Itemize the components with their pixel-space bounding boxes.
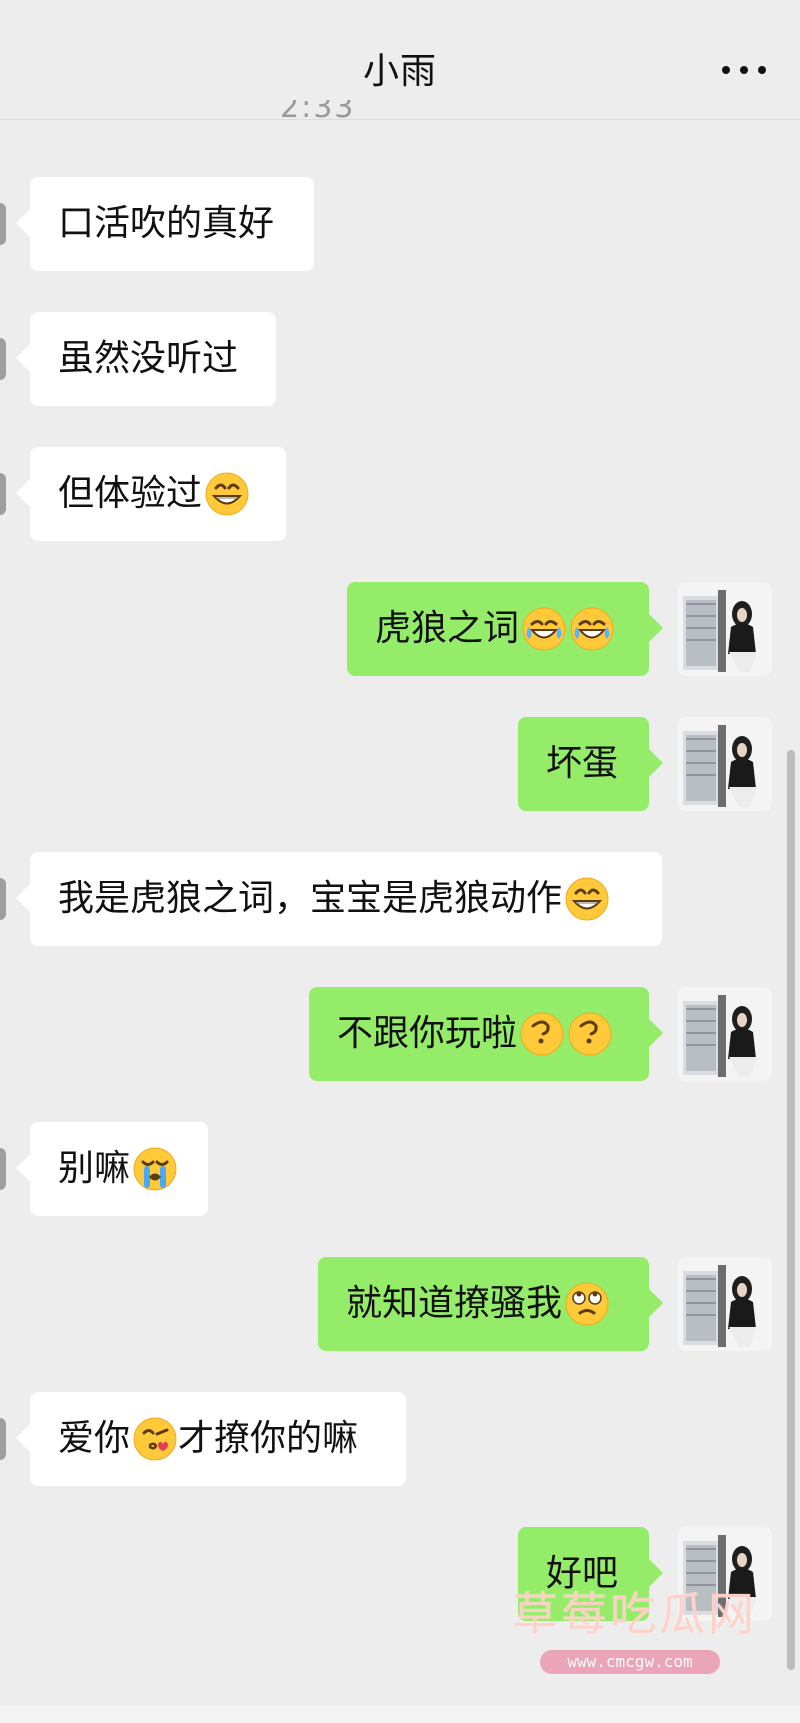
message-text: 我是虎狼之词，宝宝是虎狼动作 xyxy=(58,878,563,919)
avatar[interactable] xyxy=(678,717,772,811)
message-bubble-incoming[interactable]: 但体验过 xyxy=(16,447,286,541)
message-text: 但体验过 xyxy=(58,473,203,514)
avatar[interactable] xyxy=(678,987,772,1081)
avatar[interactable] xyxy=(678,1257,772,1351)
message-row-incoming: 别嘛 xyxy=(0,1122,800,1216)
message-text: 口活吹的真好 xyxy=(58,203,275,244)
chat-message-list: 口活吹的真好 虽然没听过 但体验过 虎狼之词 坏蛋 我是虎狼之词，宝宝是虎狼动作… xyxy=(0,0,800,1723)
user-avatar-image xyxy=(678,1527,772,1621)
message-bubble-outgoing[interactable]: 就知道撩骚我 xyxy=(318,1257,663,1351)
kiss-face-icon xyxy=(133,1417,177,1461)
user-avatar-image xyxy=(678,717,772,811)
user-avatar-image xyxy=(678,987,772,1081)
message-text: 好吧 xyxy=(546,1553,619,1594)
avatar-edge xyxy=(0,1418,6,1460)
user-avatar-image xyxy=(678,1257,772,1351)
message-bubble-incoming[interactable]: 别嘛 xyxy=(16,1122,208,1216)
message-bubble-outgoing[interactable]: 坏蛋 xyxy=(518,717,663,811)
message-row-incoming: 爱你 才撩你的嘛 xyxy=(0,1392,800,1486)
message-text: 虽然没听过 xyxy=(58,338,239,379)
message-row-outgoing: 就知道撩骚我 xyxy=(0,1257,800,1351)
message-text: 坏蛋 xyxy=(546,743,619,784)
grinning-face-icon xyxy=(205,472,249,516)
message-text-after: 才撩你的嘛 xyxy=(178,1418,359,1459)
scrollbar[interactable] xyxy=(787,750,795,1670)
message-bubble-incoming[interactable]: 我是虎狼之词，宝宝是虎狼动作 xyxy=(16,852,662,946)
message-row-incoming: 口活吹的真好 xyxy=(0,177,800,271)
message-row-incoming: 我是虎狼之词，宝宝是虎狼动作 xyxy=(0,852,800,946)
avatar-edge xyxy=(0,1148,6,1190)
avatar-edge xyxy=(0,203,6,245)
message-bubble-incoming[interactable]: 口活吹的真好 xyxy=(16,177,314,271)
avatar-edge xyxy=(0,878,6,920)
message-row-outgoing: 坏蛋 xyxy=(0,717,800,811)
confused-face-icon xyxy=(520,1012,564,1056)
message-text: 就知道撩骚我 xyxy=(346,1283,563,1324)
message-text: 虎狼之词 xyxy=(375,608,520,649)
grinning-face-icon xyxy=(565,877,609,921)
avatar-edge xyxy=(0,473,6,515)
message-bubble-incoming[interactable]: 爱你 才撩你的嘛 xyxy=(16,1392,406,1486)
avatar[interactable] xyxy=(678,1527,772,1621)
message-bubble-incoming[interactable]: 虽然没听过 xyxy=(16,312,276,406)
message-bubble-outgoing[interactable]: 好吧 xyxy=(518,1527,663,1621)
message-text: 不跟你玩啦 xyxy=(337,1013,518,1054)
message-row-incoming: 虽然没听过 xyxy=(0,312,800,406)
message-bubble-outgoing[interactable]: 不跟你玩啦 xyxy=(309,987,663,1081)
avatar-edge xyxy=(0,338,6,380)
crying-face-icon xyxy=(133,1147,177,1191)
bottom-bar xyxy=(0,1706,800,1723)
laughing-tears-icon xyxy=(522,607,566,651)
message-bubble-outgoing[interactable]: 虎狼之词 xyxy=(347,582,663,676)
message-row-outgoing: 好吧 xyxy=(0,1527,800,1621)
laughing-tears-icon xyxy=(570,607,614,651)
confused-face-icon xyxy=(568,1012,612,1056)
message-text-before: 爱你 xyxy=(58,1418,131,1459)
eye-roll-icon xyxy=(565,1282,609,1326)
user-avatar-image xyxy=(678,582,772,676)
message-text: 别嘛 xyxy=(58,1148,131,1189)
message-row-outgoing: 不跟你玩啦 xyxy=(0,987,800,1081)
avatar[interactable] xyxy=(678,582,772,676)
message-row-outgoing: 虎狼之词 xyxy=(0,582,800,676)
message-row-incoming: 但体验过 xyxy=(0,447,800,541)
